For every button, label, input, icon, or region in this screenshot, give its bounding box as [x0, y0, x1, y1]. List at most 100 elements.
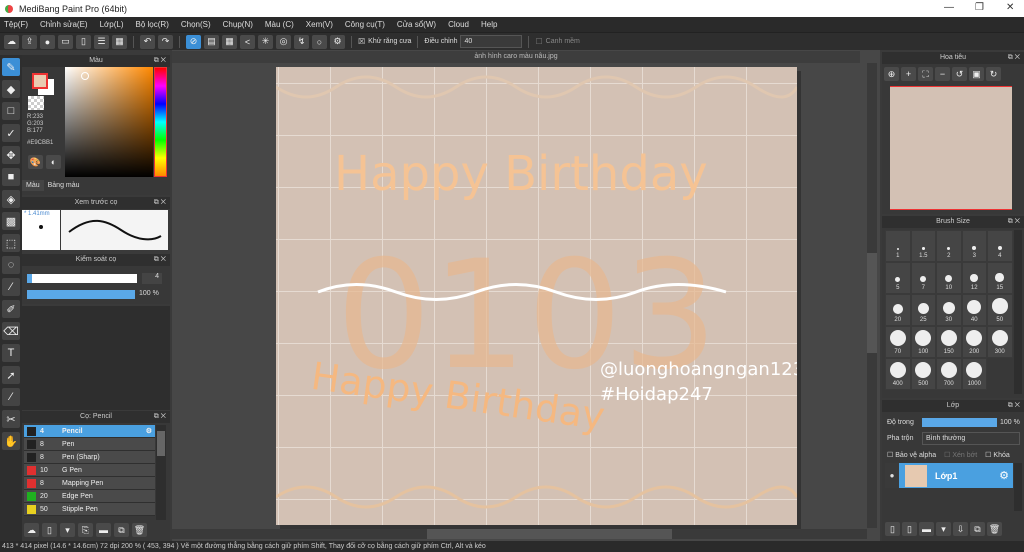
eyedropper-icon[interactable]: ⁄	[2, 388, 20, 406]
fill-rect-icon[interactable]: ■	[2, 168, 20, 186]
layer-folder-icon[interactable]: ▬	[919, 522, 934, 536]
brush-size-cell[interactable]: 40	[961, 294, 987, 326]
close-button[interactable]: ✕	[1006, 2, 1014, 13]
color-picker-area[interactable]	[65, 67, 153, 177]
horizontal-scrollbar[interactable]	[172, 529, 867, 539]
brush-size-cell[interactable]: 200	[961, 326, 987, 358]
panel-close-icon[interactable]: ⧉ ✕	[154, 55, 166, 67]
magic-wand-icon[interactable]: ⁄	[2, 278, 20, 296]
brush-list-scrollbar[interactable]	[156, 425, 166, 520]
move-tool-icon[interactable]: ✥	[2, 146, 20, 164]
brush-size-cell[interactable]: 100	[910, 326, 936, 358]
brush-folder-icon[interactable]: ▬	[96, 523, 111, 537]
layer-duplicate-icon[interactable]: ⧉	[970, 522, 985, 536]
panel-close-icon[interactable]: ⧉ ✕	[1008, 52, 1020, 64]
menu-snap[interactable]: Chụp(N)	[223, 20, 253, 29]
brush-size-cell[interactable]: 15	[987, 262, 1013, 294]
layer-merge-icon[interactable]: ⇩	[953, 522, 968, 536]
minimize-button[interactable]: —	[944, 2, 954, 13]
brush-add-menu-icon[interactable]: ▾	[60, 523, 75, 537]
restore-button[interactable]: ❐	[975, 2, 984, 13]
brush-size-cell[interactable]: 1000	[961, 358, 987, 390]
navigator-thumbnail[interactable]	[890, 86, 1012, 210]
blend-mode-select[interactable]: Bình thường	[922, 432, 1020, 445]
brush-size-cell[interactable]: 12	[961, 262, 987, 294]
lock-checkbox[interactable]: ☐ Khóa	[985, 451, 1010, 459]
vertical-scrollbar[interactable]	[867, 63, 877, 528]
brush-size-cell[interactable]: 700	[936, 358, 962, 390]
menu-color[interactable]: Màu (C)	[265, 20, 294, 29]
menu-file[interactable]: Tệp(F)	[4, 20, 28, 29]
brush-settings-icon[interactable]: ⚙	[146, 427, 152, 435]
brush-size-scrollbar[interactable]	[1014, 230, 1022, 394]
grid-layout-icon[interactable]: ▦	[112, 34, 127, 49]
layer-row[interactable]: ● Lớp1 ⚙	[885, 463, 1013, 488]
divide-tool-icon[interactable]: ✂	[2, 410, 20, 428]
fit-window-icon[interactable]: ⛶	[918, 67, 933, 81]
layer-visibility-icon[interactable]: ●	[885, 463, 899, 488]
tab-color[interactable]: Màu	[22, 180, 44, 191]
layer-settings-icon[interactable]: ⚙	[999, 469, 1009, 482]
menu-filter[interactable]: Bộ lọc(R)	[136, 20, 169, 29]
brush-size-cell[interactable]: 1	[885, 230, 911, 262]
brush-size-cell[interactable]: 5	[885, 262, 911, 294]
menu-cloud[interactable]: Cloud	[448, 20, 469, 29]
brush-list-item[interactable]: 50 Stipple Pen	[24, 503, 155, 516]
brush-list-item[interactable]: 10 G Pen	[24, 464, 155, 477]
document-tab[interactable]: ảnh hình caro màu nâu.jpg	[172, 51, 860, 63]
snap-circle-icon[interactable]: ◎	[276, 34, 291, 49]
lasso-tool-icon[interactable]: ◌	[2, 256, 20, 274]
menu-layer[interactable]: Lớp(L)	[100, 20, 124, 29]
hue-slider[interactable]	[154, 67, 167, 177]
brush-size-value[interactable]: 4	[142, 273, 162, 284]
undo-icon[interactable]: ↶	[140, 34, 155, 49]
brush-list-item[interactable]: 8 Mapping Pen	[24, 477, 155, 490]
brush-size-cell[interactable]: 300	[987, 326, 1013, 358]
layer-delete-icon[interactable]: 🗑	[987, 522, 1002, 536]
rotate-left-icon[interactable]: ↺	[952, 67, 967, 81]
brush-size-cell[interactable]: 25	[910, 294, 936, 326]
zoom-actual-icon[interactable]: ⊕	[884, 67, 899, 81]
antialias-checkbox[interactable]: ☒	[358, 37, 365, 46]
brush-size-cell[interactable]: 1.5	[910, 230, 936, 262]
layer-opacity-slider[interactable]	[922, 418, 997, 427]
brush-size-cell[interactable]: 50	[987, 294, 1013, 326]
text-tool-icon[interactable]: T	[2, 344, 20, 362]
brush-list-item[interactable]: 20 Edge Pen	[24, 490, 155, 503]
new-layer-icon[interactable]: ▯	[885, 522, 900, 536]
snap-curve-icon[interactable]: ↯	[294, 34, 309, 49]
menu-tools[interactable]: Công cụ(T)	[345, 20, 385, 29]
eraser-tool-icon[interactable]: ◆	[2, 80, 20, 98]
brush-size-cell[interactable]: 500	[910, 358, 936, 390]
panel-close-icon[interactable]: ⧉ ✕	[154, 197, 166, 209]
smooth-checkbox[interactable]: ☐	[535, 37, 542, 46]
brush-size-cell[interactable]: 4	[987, 230, 1013, 262]
zoom-in-icon[interactable]: +	[901, 67, 916, 81]
snap-perspective-icon[interactable]: <	[240, 34, 255, 49]
brush-size-cell[interactable]: 70	[885, 326, 911, 358]
share-icon[interactable]: ⇪	[22, 34, 37, 49]
brush-size-cell[interactable]: 400	[885, 358, 911, 390]
layer-scrollbar[interactable]	[1014, 463, 1022, 511]
menu-window[interactable]: Cửa sổ(W)	[397, 20, 436, 29]
snap-ellipse-icon[interactable]: ○	[312, 34, 327, 49]
palette-icon[interactable]: 🎨	[28, 155, 43, 169]
dot-tool-icon[interactable]: □	[2, 102, 20, 120]
operation-tool-icon[interactable]: ➚	[2, 366, 20, 384]
zoom-out-icon[interactable]: −	[935, 67, 950, 81]
select-pen-icon[interactable]: ✓	[2, 124, 20, 142]
cloud-icon[interactable]: ☁	[4, 34, 19, 49]
tab-palette[interactable]: Bảng màu	[44, 180, 84, 191]
page-icon[interactable]: ▯	[76, 34, 91, 49]
document-canvas[interactable]: Happy Birthday 0103 @luonghoangngan123 #…	[276, 67, 797, 525]
panel-close-icon[interactable]: ⧉ ✕	[1008, 216, 1020, 228]
menu-help[interactable]: Help	[481, 20, 497, 29]
brush-size-cell[interactable]: 7	[910, 262, 936, 294]
brush-cloud-icon[interactable]: ☁	[24, 523, 39, 537]
brush-list-item[interactable]: 8 Pen	[24, 438, 155, 451]
new-layer-alt-icon[interactable]: ▯	[902, 522, 917, 536]
menu-edit[interactable]: Chỉnh sửa(E)	[40, 20, 88, 29]
brush-duplicate-icon[interactable]: ⧉	[114, 523, 129, 537]
pages-icon[interactable]: ☰	[94, 34, 109, 49]
layer-add-menu-icon[interactable]: ▾	[936, 522, 951, 536]
